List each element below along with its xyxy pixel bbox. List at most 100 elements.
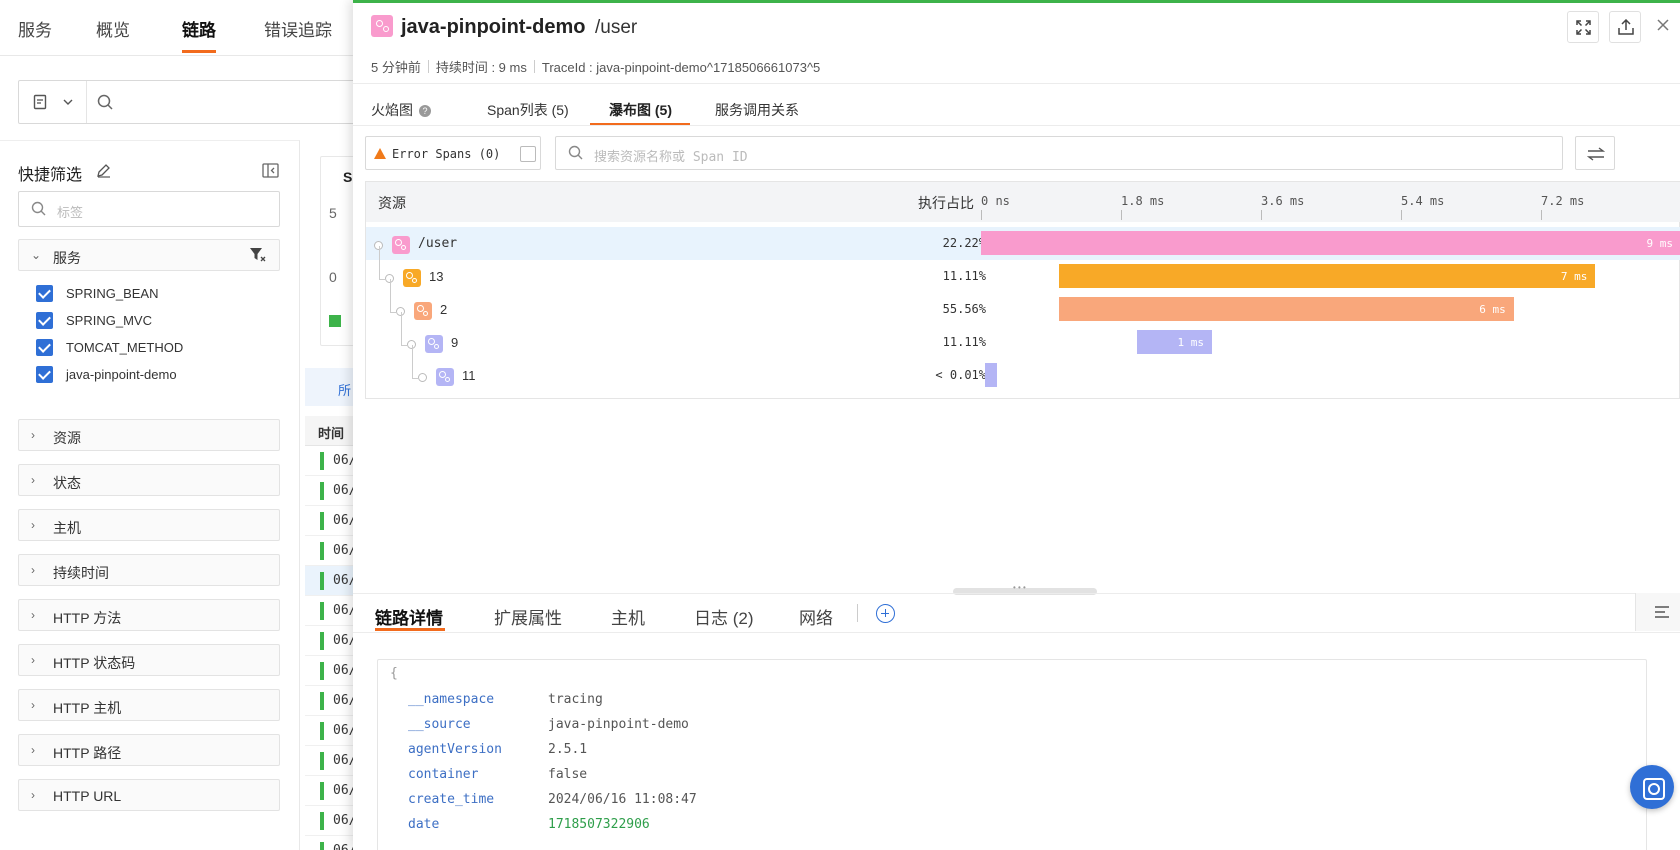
close-icon[interactable] (1657, 19, 1669, 31)
facet-label: HTTP 路径 (53, 745, 122, 761)
facet-http-url[interactable]: › HTTP URL (18, 779, 280, 811)
service-node-icon (403, 269, 421, 287)
span-row[interactable]: 13 11.11% 7 ms (366, 260, 1680, 293)
detail-options-button[interactable] (1635, 593, 1680, 631)
share-button[interactable] (1609, 11, 1641, 43)
help-icon[interactable]: ? (419, 105, 431, 117)
time-axis-tick-label: 1.8 ms (1121, 194, 1165, 208)
fullscreen-button[interactable] (1567, 11, 1599, 43)
warning-icon (374, 148, 386, 159)
json-value: 1718507322906 (548, 817, 650, 832)
status-indicator (320, 812, 324, 830)
json-value: 2.5.1 (548, 742, 588, 757)
json-key[interactable]: __namespace (408, 692, 494, 707)
facet-http-status-code[interactable]: › HTTP 状态码 (18, 644, 280, 676)
nav-tab-overview[interactable]: 概览 (96, 16, 130, 41)
service-name[interactable]: java-pinpoint-demo (401, 16, 585, 39)
divider (353, 593, 1680, 594)
nav-tab-error-tracking[interactable]: 错误追踪 (264, 16, 332, 41)
span-exec-ratio: 11.11% (942, 269, 986, 283)
chevron-right-icon: › (31, 563, 35, 577)
facet-http-method[interactable]: › HTTP 方法 (18, 599, 280, 631)
span-search-input[interactable]: 搜索资源名称或 Span ID (555, 136, 1563, 170)
json-key[interactable]: container (408, 767, 478, 782)
checkbox-checked[interactable] (36, 366, 53, 383)
tree-node-toggle[interactable] (418, 373, 427, 382)
screenshot-assistant-button[interactable] (1630, 765, 1674, 809)
query-type-select[interactable] (19, 81, 87, 123)
facet-http-path[interactable]: › HTTP 路径 (18, 734, 280, 766)
tree-connector (379, 279, 386, 280)
menu-icon (1655, 606, 1669, 618)
tab-logs[interactable]: 日志 (2) (694, 604, 754, 629)
nav-tab-traces[interactable]: 链路 (182, 16, 216, 41)
collapse-sidebar-icon[interactable] (262, 163, 279, 178)
span-resource-name: 11 (462, 368, 476, 383)
tag-filter-input[interactable]: 标签 (18, 191, 280, 227)
tree-connector (390, 279, 391, 312)
facet-host[interactable]: › 主机 (18, 509, 280, 541)
span-duration-bar[interactable]: 7 ms (1058, 264, 1596, 288)
facet-service[interactable]: ⌄ 服务 (18, 239, 280, 271)
checkbox-checked[interactable] (36, 339, 53, 356)
json-key[interactable]: __source (408, 717, 471, 732)
time-axis-tick-label: 7.2 ms (1541, 194, 1585, 208)
column-header-ratio: 执行占比 (918, 195, 974, 211)
edit-icon[interactable] (96, 163, 111, 178)
json-brace: { (390, 666, 398, 681)
tab-flame-graph[interactable]: 火焰图? (371, 100, 431, 120)
active-tab-underline (182, 50, 216, 53)
facet-label: HTTP URL (53, 788, 122, 804)
clear-filter-icon[interactable] (249, 247, 267, 263)
time-axis-tick (1261, 210, 1262, 220)
json-key[interactable]: agentVersion (408, 742, 502, 757)
span-duration-bar[interactable]: 1 ms (1136, 330, 1212, 354)
json-key[interactable]: date (408, 817, 439, 832)
span-duration-label: 1 ms (1177, 336, 1204, 349)
tab-waterfall[interactable]: 瀑布图 (5) (609, 100, 672, 120)
divider (857, 604, 858, 622)
facet-resource[interactable]: › 资源 (18, 419, 280, 451)
span-row[interactable]: /user 22.22% 9 ms (366, 227, 1680, 260)
trace-id[interactable]: TraceId : java-pinpoint-demo^17185066610… (542, 60, 820, 75)
facet-http-host[interactable]: › HTTP 主机 (18, 689, 280, 721)
facet-label: 资源 (53, 430, 81, 446)
tab-network[interactable]: 网络 (799, 604, 833, 629)
span-row[interactable]: 9 11.11% 1 ms (366, 326, 1680, 359)
span-resource-name: /user (418, 236, 458, 251)
facet-label: HTTP 状态码 (53, 655, 136, 671)
facet-duration[interactable]: › 持续时间 (18, 554, 280, 586)
tree-connector (401, 312, 402, 345)
span-resource-name: 2 (440, 302, 448, 317)
span-duration-bar[interactable] (984, 363, 997, 387)
axis-label: 0 (329, 269, 337, 285)
checkbox-checked[interactable] (36, 285, 53, 302)
nav-tab-services[interactable]: 服务 (18, 16, 52, 41)
tab-trace-details[interactable]: 链路详情 (375, 604, 443, 629)
tab-host[interactable]: 主机 (611, 604, 645, 629)
checkbox-checked[interactable] (36, 312, 53, 329)
span-duration-label: 9 ms (1646, 237, 1674, 250)
error-spans-filter[interactable]: Error Spans (0) (365, 136, 541, 170)
add-tab-icon[interactable] (876, 604, 895, 623)
facet-status[interactable]: › 状态 (18, 464, 280, 496)
span-duration-label: 6 ms (1479, 303, 1506, 316)
tab-service-map[interactable]: 服务调用关系 (715, 100, 799, 120)
tab-extended-attributes[interactable]: 扩展属性 (494, 604, 562, 629)
span-row[interactable]: 2 55.56% 6 ms (366, 293, 1680, 326)
json-value: java-pinpoint-demo (548, 717, 689, 732)
status-indicator (320, 572, 324, 590)
error-spans-checkbox[interactable] (520, 146, 536, 162)
tab-span-list[interactable]: Span列表 (5) (487, 100, 569, 120)
json-key[interactable]: create_time (408, 792, 494, 807)
span-row[interactable]: 11 < 0.01% (366, 359, 1680, 392)
span-search-placeholder: 搜索资源名称或 Span ID (594, 150, 748, 165)
settings-toggle-button[interactable] (1575, 136, 1615, 170)
trace-json-viewer: { __namespace tracing __source java-pinpoin… (377, 659, 1647, 850)
span-duration-bar[interactable]: 9 ms (981, 231, 1680, 255)
tree-connector (390, 312, 397, 313)
legend-swatch (329, 315, 341, 327)
facet-label: 持续时间 (53, 565, 109, 581)
json-value: false (548, 767, 588, 782)
span-duration-bar[interactable]: 6 ms (1058, 297, 1514, 321)
